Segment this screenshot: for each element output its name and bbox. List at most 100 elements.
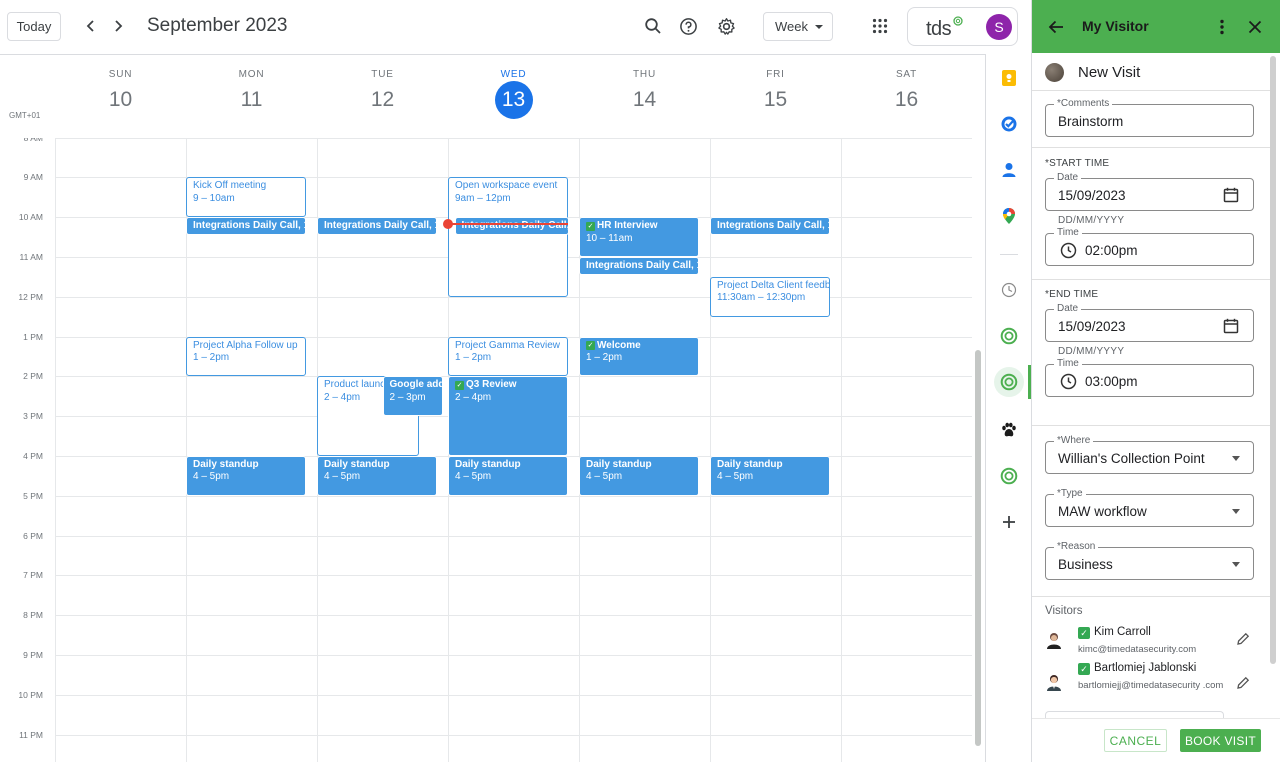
event-title: Project Delta Client feedback xyxy=(717,279,830,291)
visitor-item: ✓ Bartlomiej Jablonski bartlomiejj@timed… xyxy=(1045,662,1265,703)
maps-button[interactable] xyxy=(997,204,1021,228)
day-header[interactable]: SAT 16 xyxy=(841,55,972,139)
keep-button[interactable] xyxy=(997,66,1021,90)
calendar-event[interactable]: Kick Off meeting 9 – 10am xyxy=(186,177,306,218)
calendar-event[interactable]: Daily standup 4 – 5pm xyxy=(186,455,306,496)
contacts-icon xyxy=(1002,163,1016,177)
account-avatar[interactable]: S xyxy=(986,14,1012,40)
get-addons-button[interactable] xyxy=(997,510,1021,534)
view-selector[interactable]: Week xyxy=(763,12,833,41)
day-number[interactable]: 11 xyxy=(233,81,271,119)
prev-week-button[interactable] xyxy=(79,14,103,38)
day-number[interactable]: 13 xyxy=(494,81,533,119)
where-select[interactable]: *Where Willian's Collection Point xyxy=(1045,435,1254,474)
day-header[interactable]: WED 13 xyxy=(448,55,579,139)
day-number[interactable]: 12 xyxy=(364,81,402,119)
reason-value: Business xyxy=(1058,557,1113,572)
panel-title: My Visitor xyxy=(1082,18,1149,34)
tds-addon-button[interactable] xyxy=(997,324,1021,348)
edit-visitor-button[interactable] xyxy=(1235,675,1251,691)
calendar-event[interactable]: ✓ Welcome 1 – 2pm xyxy=(579,336,699,377)
day-number[interactable]: 10 xyxy=(102,81,140,119)
next-week-button[interactable] xyxy=(106,14,130,38)
panel-scrollbar[interactable] xyxy=(1270,56,1276,664)
tds-addon-button-2[interactable] xyxy=(997,464,1021,488)
day-header[interactable]: THU 14 xyxy=(579,55,710,139)
calendar-event[interactable]: Project Alpha Follow up 1 – 2pm xyxy=(186,336,306,377)
paw-addon-button[interactable] xyxy=(997,418,1021,442)
event-time: 9am – 12pm xyxy=(455,192,511,204)
hour-label: 11 AM xyxy=(19,251,43,262)
pencil-icon xyxy=(1237,676,1250,689)
day-header[interactable]: SUN 10 xyxy=(55,55,186,139)
start-date-value: 15/09/2023 xyxy=(1058,188,1126,203)
calendar-event[interactable]: Daily standup 4 – 5pm xyxy=(448,455,568,496)
caret-down-icon xyxy=(1232,509,1240,514)
hour-label: 10 AM xyxy=(18,212,43,223)
clock-addon-button[interactable] xyxy=(997,278,1021,302)
calendar-event[interactable]: Daily standup 4 – 5pm xyxy=(579,455,699,496)
tasks-button[interactable] xyxy=(997,112,1021,136)
calendar-event[interactable]: Integrations Daily Call, 10am xyxy=(710,217,830,235)
more-options-button[interactable] xyxy=(1210,15,1234,39)
current-time-line xyxy=(448,222,568,225)
calendar-event[interactable]: ✓ HR Interview 10 – 11am xyxy=(579,217,699,257)
hour-label: 9 PM xyxy=(23,649,43,660)
edit-visitor-button[interactable] xyxy=(1235,631,1251,647)
calendar-event[interactable]: Daily standup 4 – 5pm xyxy=(317,455,437,496)
calendar-event[interactable]: Integrations Daily Call, 10am xyxy=(317,217,437,235)
calendar-icon xyxy=(1223,318,1239,334)
day-header[interactable]: TUE 12 xyxy=(317,55,448,139)
event-time: 1 – 2pm xyxy=(586,352,623,363)
week-grid[interactable]: 8 AM 9 AM 10 AM 11 AM 12 PM 1 PM 2 PM 3 PM 4 PM 5… xyxy=(0,138,972,762)
day-of-week-label: WED xyxy=(500,69,527,80)
start-date-picker-button[interactable] xyxy=(1222,186,1240,204)
calendar-event[interactable]: Project Gamma Review 1 – 2pm xyxy=(448,336,568,377)
calendar-event[interactable]: Project Delta Client feedback11:30am – 1… xyxy=(710,276,830,317)
back-button[interactable] xyxy=(1044,15,1068,39)
comments-label: *Comments xyxy=(1054,98,1113,109)
comments-field[interactable]: *Comments Brainstorm xyxy=(1045,98,1254,137)
close-icon xyxy=(1248,20,1262,34)
apps-button[interactable] xyxy=(868,14,892,38)
book-visit-button[interactable]: BOOK VISIT xyxy=(1180,729,1261,752)
day-header[interactable]: MON 11 xyxy=(186,55,317,139)
day-number[interactable]: 15 xyxy=(757,81,795,119)
rail-divider xyxy=(1000,254,1018,255)
my-visitor-addon-button[interactable] xyxy=(994,367,1024,397)
chevron-left-icon xyxy=(86,20,94,32)
calendar-event[interactable]: Open workspace event 9am – 12pm xyxy=(448,177,568,297)
start-time-field[interactable]: Time 02:00pm xyxy=(1045,227,1254,266)
calendar-event[interactable]: ✓ Q3 Review 2 – 4pm xyxy=(448,376,568,456)
calendar-scrollbar[interactable] xyxy=(975,350,981,746)
day-number[interactable]: 16 xyxy=(888,81,926,119)
caret-down-icon xyxy=(815,25,823,29)
calendar-event[interactable]: Daily standup 4 – 5pm xyxy=(710,455,830,496)
today-button[interactable]: Today xyxy=(7,12,61,41)
checkbox-checked-icon: ✓ xyxy=(1078,663,1090,675)
close-panel-button[interactable] xyxy=(1243,15,1267,39)
help-button[interactable] xyxy=(676,14,700,38)
hour-label: 8 AM xyxy=(0,138,43,143)
account-switcher[interactable]: tds S xyxy=(907,7,1018,46)
search-button[interactable] xyxy=(641,14,665,38)
day-number[interactable]: 14 xyxy=(626,81,664,119)
calendar-event[interactable]: Google add 2 – 3pm xyxy=(382,376,443,417)
end-date-field[interactable]: Date 15/09/2023 xyxy=(1045,303,1254,342)
calendar-event[interactable]: Integrations Daily Call, 10am xyxy=(454,217,569,235)
contacts-button[interactable] xyxy=(997,158,1021,182)
section-divider xyxy=(1032,279,1272,280)
type-select[interactable]: *Type MAW workflow xyxy=(1045,488,1254,527)
event-time: 11:30am – 12:30pm xyxy=(717,292,806,304)
reason-select[interactable]: *Reason Business xyxy=(1045,541,1254,580)
end-time-field[interactable]: Time 03:00pm xyxy=(1045,358,1254,397)
hour-gridline xyxy=(55,296,972,298)
calendar-event[interactable]: Integrations Daily Call, 11am xyxy=(579,256,699,275)
settings-button[interactable] xyxy=(714,14,738,38)
comments-value: Brainstorm xyxy=(1058,114,1124,129)
day-header[interactable]: FRI 15 xyxy=(710,55,841,139)
cancel-button[interactable]: CANCEL xyxy=(1104,729,1167,752)
end-date-picker-button[interactable] xyxy=(1222,317,1240,335)
start-date-field[interactable]: Date 15/09/2023 xyxy=(1045,172,1254,211)
calendar-event[interactable]: Integrations Daily Call, 10am xyxy=(186,217,306,235)
